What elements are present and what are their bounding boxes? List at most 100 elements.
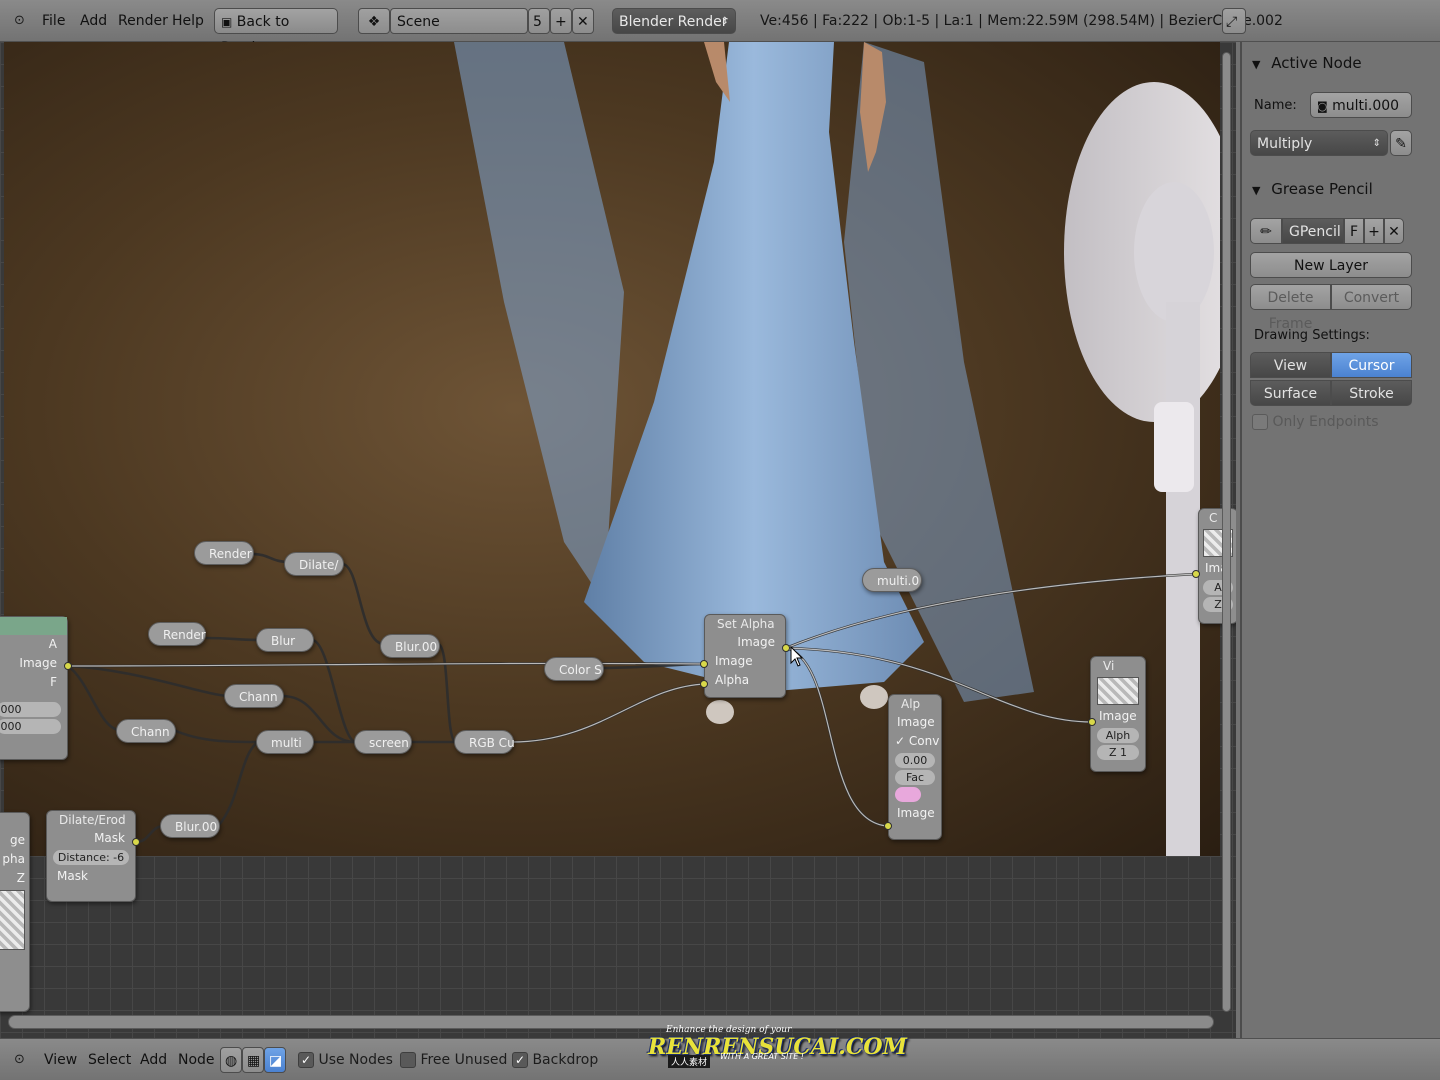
menu-add[interactable]: Add: [136, 1047, 171, 1073]
delete-scene-icon[interactable]: ✕: [572, 8, 594, 34]
alpha-input-label: Alpha: [715, 673, 750, 687]
eyedropper-icon[interactable]: ✎: [1390, 130, 1412, 156]
set-alpha-node[interactable]: Set Alpha Image Image Alpha: [704, 614, 786, 698]
add-gpencil-icon[interactable]: +: [1364, 218, 1384, 244]
premul-value-field[interactable]: 0.00: [895, 753, 935, 768]
socket[interactable]: [884, 822, 892, 830]
gpencil-datablock-field[interactable]: GPencil: [1282, 218, 1344, 244]
draw-mode-view-button[interactable]: View: [1250, 352, 1331, 378]
menu-help[interactable]: Help: [168, 8, 208, 34]
checkbox-checked-icon: ✓: [512, 1052, 528, 1068]
texture-nodes-icon[interactable]: ▦: [242, 1047, 264, 1073]
menu-view[interactable]: View: [40, 1047, 81, 1073]
node-editor-header: ⊙ File Add Render Help ▣ Back to Previou…: [0, 0, 1440, 56]
compositing-nodes-icon[interactable]: ◪: [264, 1047, 286, 1073]
dilate-node[interactable]: Dilate/: [284, 552, 344, 576]
draw-mode-surface-button[interactable]: Surface: [1250, 380, 1331, 406]
draw-mode-cursor-button[interactable]: Cursor: [1331, 352, 1412, 378]
blur-node-3[interactable]: Blur.00: [160, 814, 220, 838]
multiply-node-collapsed[interactable]: multi.0: [862, 568, 922, 592]
left-small-node[interactable]: ge pha Z: [0, 812, 30, 1012]
socket[interactable]: [1088, 718, 1096, 726]
render-engine-select[interactable]: Blender Render ⇕: [612, 8, 736, 34]
scene-icon[interactable]: ❖: [358, 8, 390, 34]
color-swatch[interactable]: [895, 787, 921, 802]
image-input-label: Image: [1099, 709, 1137, 723]
distance-field[interactable]: Distance: -6: [53, 850, 129, 865]
a-label: A: [48, 637, 57, 651]
menu-add[interactable]: Add: [76, 8, 111, 34]
f-toggle[interactable]: F: [0, 673, 67, 692]
back-to-previous-button[interactable]: ▣ Back to Previous: [214, 8, 338, 56]
shader-nodes-icon[interactable]: ◍: [220, 1047, 242, 1073]
node-name-field[interactable]: ◙ multi.000: [1310, 92, 1412, 118]
draw-mode-stroke-button[interactable]: Stroke: [1331, 380, 1412, 406]
socket[interactable]: [1192, 570, 1200, 578]
channel-key-node[interactable]: Chann: [224, 684, 284, 708]
menu-select[interactable]: Select: [84, 1047, 135, 1073]
alpha-field[interactable]: Alph: [1097, 728, 1139, 743]
screen-node[interactable]: screen: [354, 730, 412, 754]
image-output-label: Image: [19, 656, 57, 670]
render-layers-node-2[interactable]: Render: [148, 622, 206, 646]
viewer-node[interactable]: Vi Image Alph Z 1: [1090, 656, 1146, 772]
value-field-1[interactable]: .000: [0, 702, 61, 717]
checkbox-icon: [1252, 414, 1268, 430]
fake-user-toggle[interactable]: F: [1344, 218, 1364, 244]
convert-premul-checkbox[interactable]: ✓ Conv: [889, 732, 941, 751]
blend-mode-select[interactable]: Multiply ⇕: [1250, 130, 1388, 156]
use-nodes-checkbox[interactable]: ✓ Use Nodes: [298, 1047, 393, 1073]
z-field[interactable]: Z 1: [1097, 745, 1139, 760]
scene-name-field[interactable]: Scene: [390, 8, 528, 34]
watermark-chinese-text: 人人素材: [668, 1055, 711, 1068]
updown-arrows-icon: ⇕: [720, 16, 729, 27]
socket[interactable]: [700, 660, 708, 668]
free-unused-checkbox[interactable]: Free Unused: [400, 1047, 507, 1073]
only-endpoints-checkbox[interactable]: Only Endpoints: [1252, 414, 1379, 430]
image-output-label: Image: [737, 635, 775, 649]
menu-node[interactable]: Node: [174, 1047, 219, 1073]
dilate-erode-node[interactable]: Dilate/Erod Mask Distance: -6 Mask: [46, 810, 136, 902]
add-scene-icon[interactable]: +: [550, 8, 572, 34]
fac-field[interactable]: Fac: [895, 770, 935, 785]
grease-pencil-panel-header[interactable]: ▼ Grease Pencil: [1252, 180, 1373, 198]
multiply-node[interactable]: multi: [256, 730, 314, 754]
left-partial-node[interactable]: A Image F .000 .000: [0, 616, 68, 760]
unlink-gpencil-icon[interactable]: ✕: [1384, 218, 1404, 244]
render-layers-node[interactable]: Render: [194, 541, 254, 565]
blur-node-2[interactable]: Blur.00: [380, 634, 440, 658]
image-input-label: Image: [897, 806, 935, 820]
image-label: ge: [10, 833, 25, 847]
editor-type-icon[interactable]: ⊙: [14, 8, 25, 34]
horizontal-scrollbar[interactable]: [8, 1015, 1214, 1029]
active-node-panel-header[interactable]: ▼ Active Node: [1252, 54, 1362, 72]
preview-thumbnail: [0, 890, 25, 950]
alpha-label: pha: [2, 852, 25, 866]
value-field-2[interactable]: .000: [0, 719, 61, 734]
mouse-cursor-icon: [790, 646, 804, 667]
node-editor-area[interactable]: Render Dilate/ Render Blur Blur.00 Color…: [0, 42, 1236, 1038]
color-spill-node[interactable]: Color S: [544, 657, 604, 681]
fullscreen-icon[interactable]: ⤢: [1222, 8, 1246, 34]
socket[interactable]: [700, 680, 708, 688]
backdrop-checkbox[interactable]: ✓ Backdrop: [512, 1047, 598, 1073]
editor-type-icon[interactable]: ⊙: [14, 1047, 25, 1073]
socket[interactable]: [64, 662, 72, 670]
delete-frame-button[interactable]: Delete Frame: [1250, 284, 1331, 332]
image-output-label: Image: [897, 715, 935, 729]
pencil-icon[interactable]: ✏: [1250, 218, 1282, 244]
watermark-subtitle: WITH A GREAT SITE !: [720, 1052, 804, 1061]
new-layer-button[interactable]: New Layer: [1250, 252, 1412, 278]
socket[interactable]: [132, 838, 140, 846]
menu-render[interactable]: Render: [114, 8, 172, 34]
menu-file[interactable]: File: [38, 8, 69, 34]
mask-output-label: Mask: [94, 831, 125, 845]
vertical-scrollbar[interactable]: [1222, 52, 1231, 1012]
socket[interactable]: [782, 644, 790, 652]
channel-key-node-2[interactable]: Chann: [116, 719, 176, 743]
rgb-curves-node[interactable]: RGB Cu: [454, 730, 515, 754]
blur-node[interactable]: Blur: [256, 628, 314, 652]
viewer-thumbnail: [1097, 677, 1139, 705]
alpha-over-node[interactable]: Alp Image ✓ Conv 0.00 Fac Image: [888, 694, 942, 840]
convert-button[interactable]: Convert: [1331, 284, 1412, 310]
